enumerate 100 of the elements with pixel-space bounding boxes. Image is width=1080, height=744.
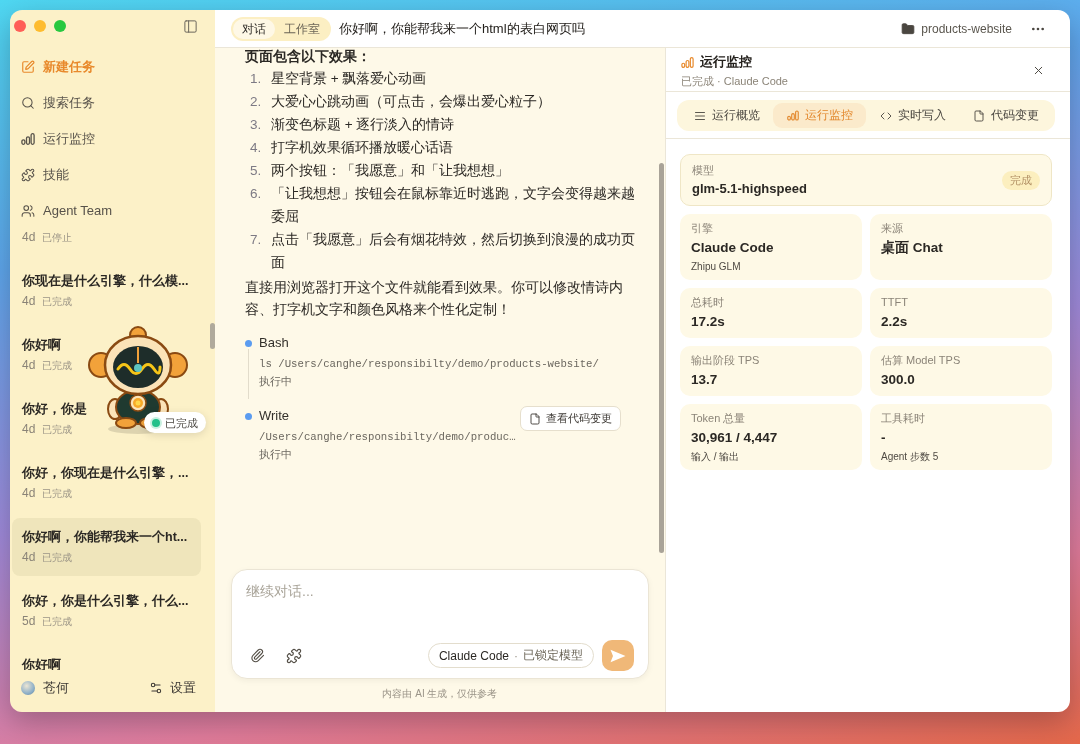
file-icon xyxy=(529,412,541,425)
disclaimer-text: 内容由 AI 生成，仅供参考 xyxy=(382,687,498,701)
nav-item[interactable]: 搜索任务 xyxy=(21,93,95,113)
puzzle-icon xyxy=(21,168,35,182)
puzzle-icon[interactable] xyxy=(286,647,302,664)
task-title: 你好，你是 xyxy=(22,401,87,418)
task-status: 已完成 xyxy=(42,295,73,309)
send-icon xyxy=(610,648,626,663)
status-label: 已完成 xyxy=(165,415,198,430)
nav-item[interactable]: 技能 xyxy=(21,165,69,185)
task-status: 已完成 xyxy=(42,423,73,437)
task-status: 已停止 xyxy=(42,231,73,245)
tab[interactable]: 实时写入 xyxy=(866,103,959,128)
metric-note: 输入 / 输出 xyxy=(691,450,740,464)
step-command: ls /Users/canghe/responsibilty/demo/products-website/ xyxy=(259,357,599,372)
card-value: glm-5.1-highspeed xyxy=(692,180,807,198)
pencil-square-icon xyxy=(21,60,35,74)
scrollbar-thumb[interactable] xyxy=(210,323,215,349)
avatar-icon xyxy=(21,681,35,695)
task-age: 5d xyxy=(22,613,36,629)
task-item[interactable]: 你现在是什么引擎，什么模... 4d 已完成 xyxy=(12,262,189,320)
window-close-icon[interactable] xyxy=(14,20,26,32)
metric-label: 输出阶段 TPS xyxy=(691,353,760,368)
task-age: 4d xyxy=(22,421,36,437)
list-item-text: 两个按钮：「我愿意」和「让我想想」 xyxy=(271,162,510,180)
sidebar-toggle-icon[interactable] xyxy=(183,19,198,34)
metric-value: Claude Code xyxy=(691,239,774,257)
panel-title: 运行监控 xyxy=(700,53,752,71)
chat-paragraph: 直接用浏览器打开这个文件就能看到效果。你可以修改情诗内容、打字机文字和颜色风格来个性化定制！ xyxy=(245,279,624,319)
task-age: 4d xyxy=(22,293,36,309)
paperclip-icon[interactable] xyxy=(250,648,265,663)
settings-button[interactable]: 设置 xyxy=(149,678,196,698)
list-number: 7. xyxy=(250,232,262,247)
folder-icon xyxy=(901,21,916,36)
metric-value: - xyxy=(881,429,886,447)
list-number: 1. xyxy=(250,71,262,86)
metric-note: Agent 步数 5 xyxy=(881,450,939,464)
view-changes-button[interactable]: 查看代码变更 xyxy=(520,406,621,431)
tab[interactable]: 运行概览 xyxy=(680,103,773,128)
step-tool-name: Write xyxy=(259,407,290,425)
window-minimize-icon[interactable] xyxy=(34,20,46,32)
task-title: 你好，你现在是什么引擎，... xyxy=(22,465,189,482)
step-command: /Users/canghe/responsibilty/demo/produc… xyxy=(259,430,516,445)
list-number: 3. xyxy=(250,117,262,132)
list-number: 6. xyxy=(250,186,262,201)
list-item-text: 打字机效果循环播放暖心话语 xyxy=(271,139,454,157)
task-age: 4d xyxy=(22,549,36,565)
metric-value: 300.0 xyxy=(881,371,915,389)
settings-icon xyxy=(149,681,163,695)
task-title: 你好啊 xyxy=(22,337,61,354)
project-button[interactable]: products-website xyxy=(901,19,1012,38)
list-number: 4. xyxy=(250,140,262,155)
scrollbar-thumb[interactable] xyxy=(659,163,664,553)
metric-value: 17.2s xyxy=(691,313,725,331)
mode-tab[interactable]: 对话 xyxy=(233,18,275,39)
task-title: 你好，你是什么引擎，什么... xyxy=(22,593,189,610)
bar-chart-icon xyxy=(21,133,35,145)
task-status: 已完成 xyxy=(42,487,73,501)
task-item[interactable]: 你好啊 4d 已完成 xyxy=(12,326,73,384)
bar-chart-icon xyxy=(786,110,799,121)
step-tool-name: Bash xyxy=(259,334,289,352)
metric-value: 13.7 xyxy=(691,371,718,389)
metric-value: 2.2s xyxy=(881,313,908,331)
task-item[interactable]: 你好，你是什么引擎，什么... 5d 已完成 xyxy=(12,582,189,640)
metric-label: 估算 Model TPS xyxy=(881,353,961,368)
user-button[interactable]: 苍何 xyxy=(21,678,69,698)
send-button[interactable] xyxy=(602,640,634,671)
mode-tab[interactable]: 工作室 xyxy=(275,18,329,39)
file-icon xyxy=(972,109,985,122)
window-zoom-icon[interactable] xyxy=(54,20,66,32)
task-status: 已完成 xyxy=(42,551,73,565)
list-item-text: 「让我想想」按钮会在鼠标靠近时逃跑，文字会变得越来越委屈 xyxy=(271,185,636,226)
task-item[interactable]: 你好，你是 4d 已完成 xyxy=(12,390,87,448)
list-item-text: 大爱心心跳动画（可点击，会爆出爱心粒子） xyxy=(271,93,552,111)
list-item-text: 点击「我愿意」后会有烟花特效，然后切换到浪漫的成功页面 xyxy=(271,231,636,272)
list-number: 5. xyxy=(250,163,262,178)
task-item[interactable]: 你好啊，你能帮我来一个ht... 4d 已完成 xyxy=(12,518,201,576)
metric-label: Token 总量 xyxy=(691,411,746,426)
task-age: 4d xyxy=(22,357,36,373)
people-icon xyxy=(21,204,35,218)
task-item[interactable]: 你好，你现在是什么引擎，... 4d 已完成 xyxy=(12,454,189,512)
search-icon xyxy=(21,96,35,110)
step-status: 执行中 xyxy=(259,447,292,462)
card-label: 模型 xyxy=(692,163,714,178)
list-item-text: 渐变色标题 + 逐行淡入的情诗 xyxy=(271,116,456,134)
close-icon[interactable] xyxy=(1032,64,1045,77)
step-status: 执行中 xyxy=(259,374,292,389)
tab[interactable]: 代码变更 xyxy=(959,103,1052,128)
task-title: 你好啊，你能帮我来一个ht... xyxy=(22,529,188,546)
task-age: 4d xyxy=(22,485,36,501)
nav-item[interactable]: 运行监控 xyxy=(21,129,95,149)
message-input[interactable]: 继续对话... xyxy=(246,581,634,601)
task-title: 你现在是什么引擎，什么模... xyxy=(22,273,189,290)
task-age: 4d xyxy=(22,229,36,245)
list-item-text: 星空背景 + 飘落爱心动画 xyxy=(271,70,428,88)
nav-item[interactable]: Agent Team xyxy=(21,201,113,221)
task-item[interactable]: 4d 已停止 xyxy=(12,229,73,256)
metric-note: Zhipu GLM xyxy=(691,260,741,274)
task-status: 已完成 xyxy=(42,359,73,373)
list-number: 2. xyxy=(250,94,262,109)
